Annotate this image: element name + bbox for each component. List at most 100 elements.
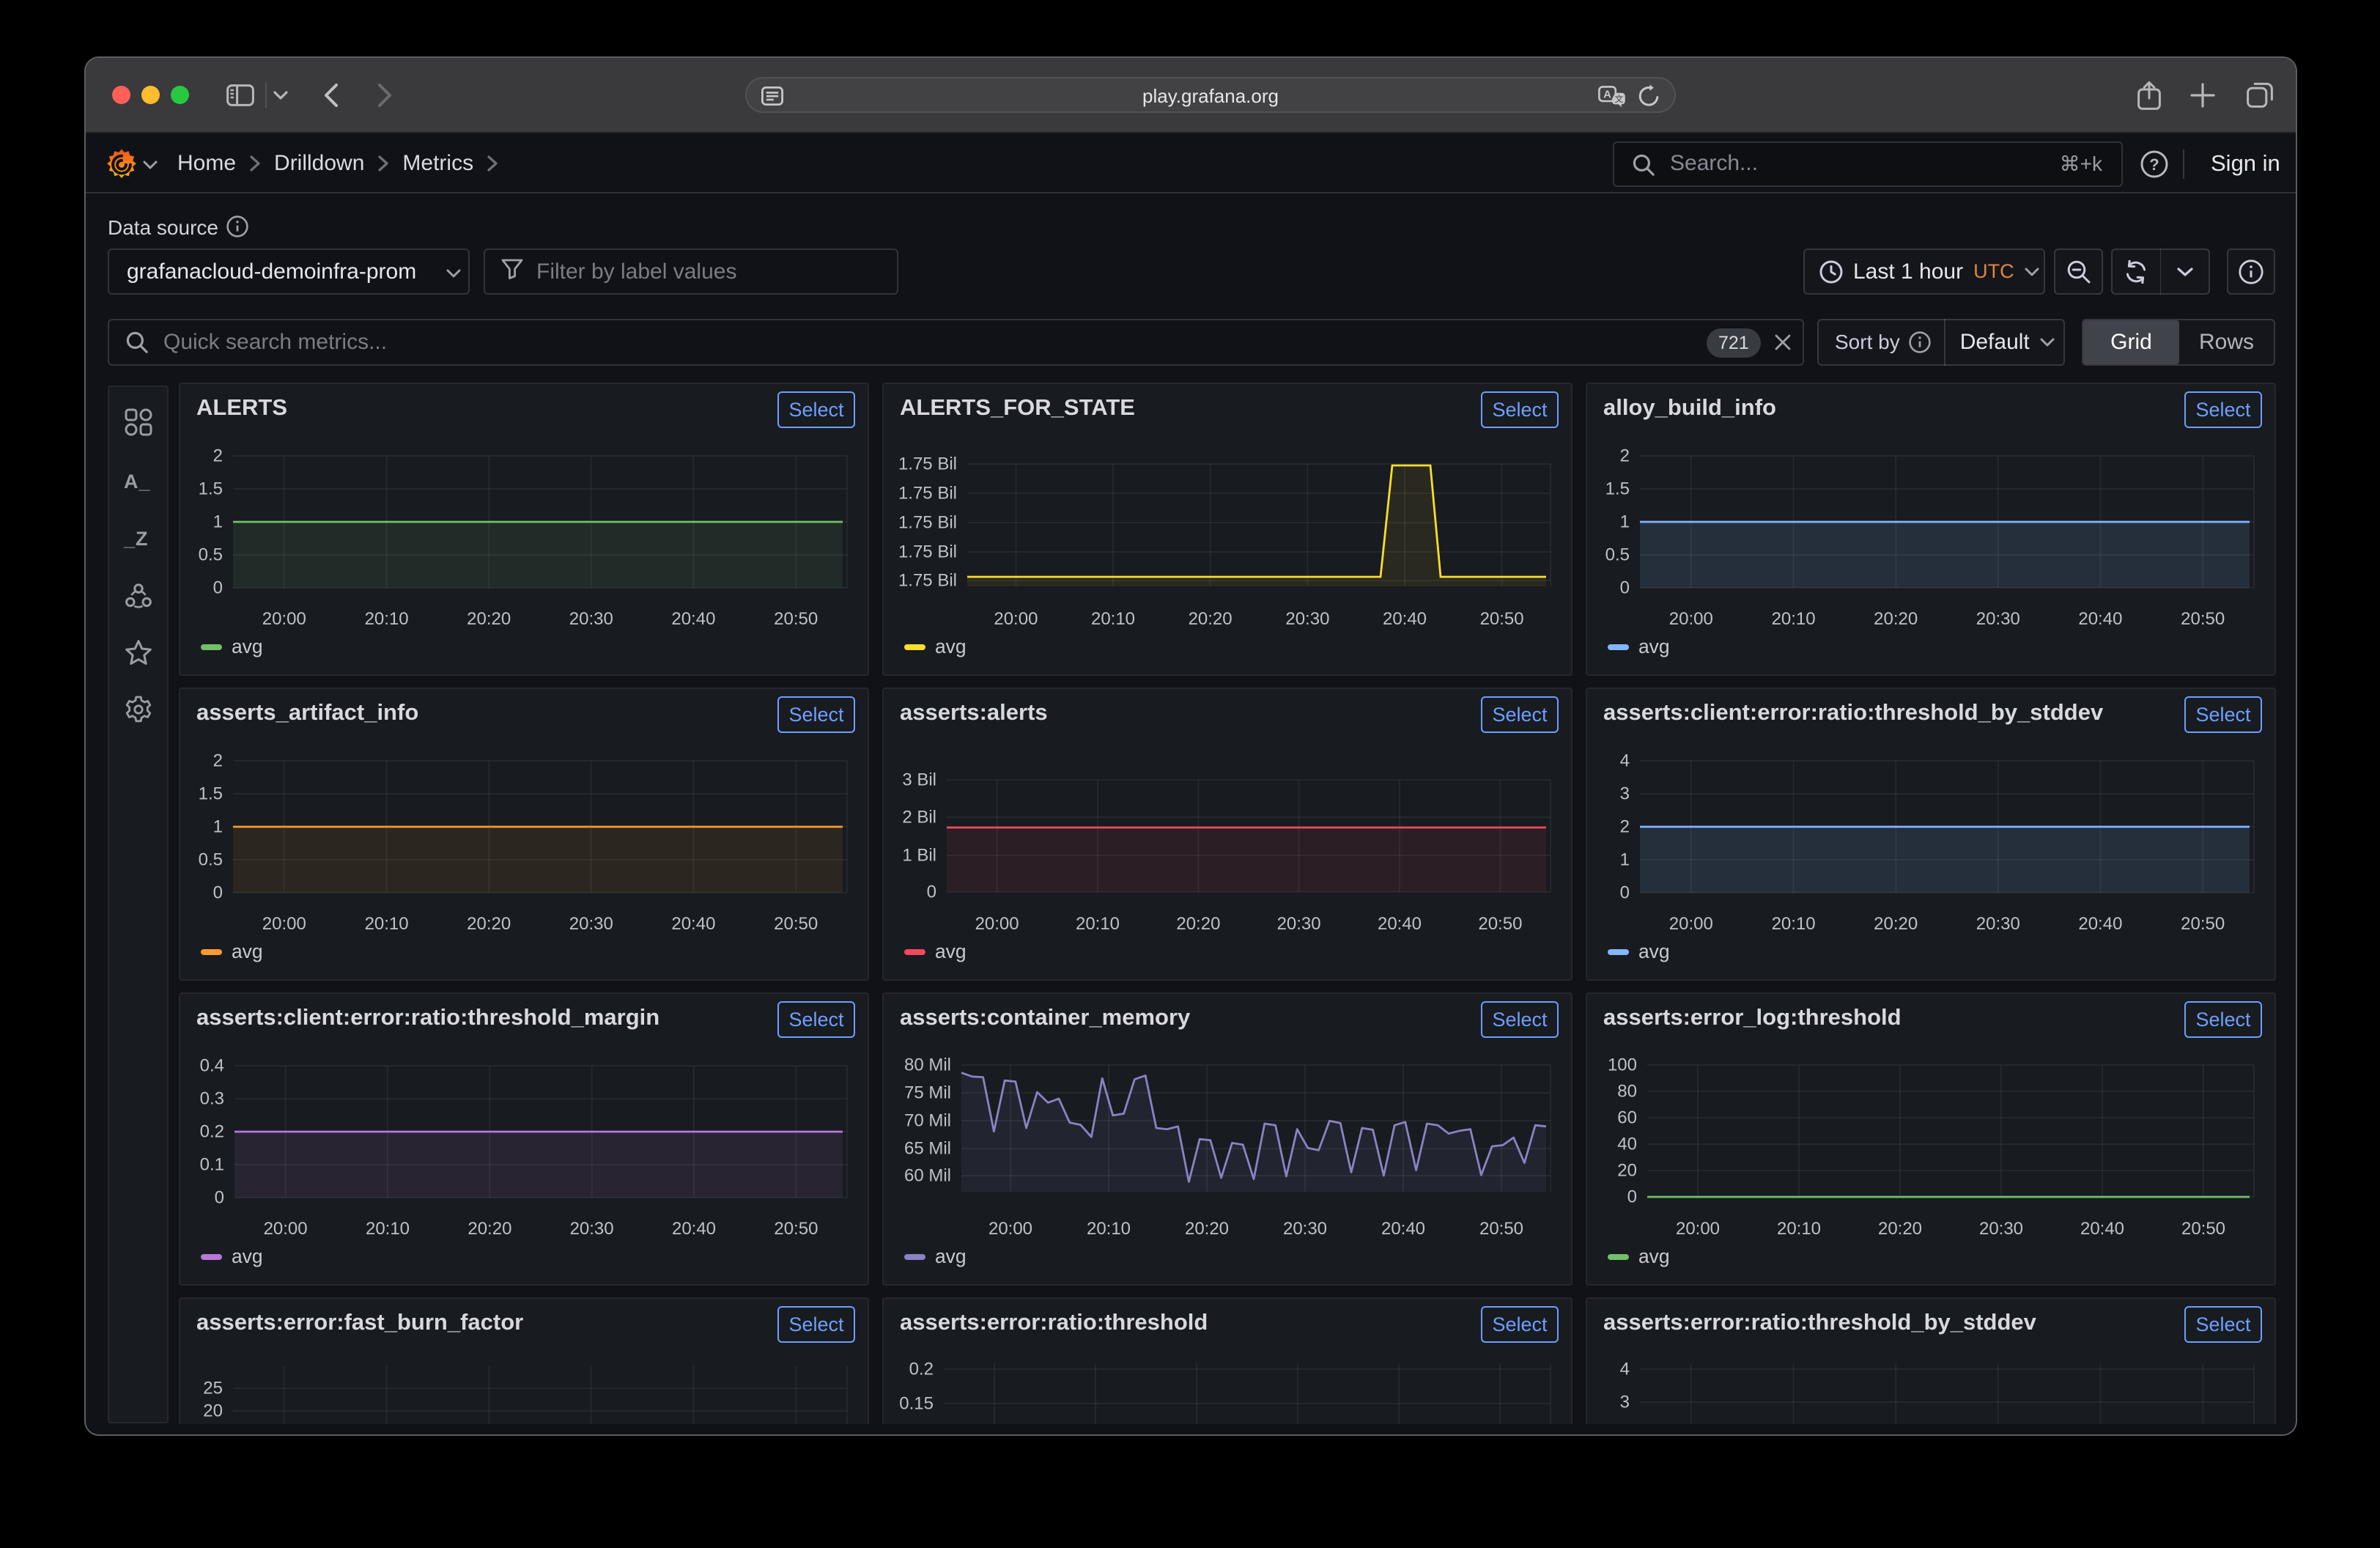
svg-text:20: 20: [203, 1401, 223, 1421]
svg-text:3: 3: [1620, 1393, 1630, 1412]
svg-text:文: 文: [1615, 94, 1624, 104]
svg-text:60 Mil: 60 Mil: [904, 1166, 951, 1186]
svg-text:1.75 Bil: 1.75 Bil: [898, 571, 957, 591]
svg-text:0: 0: [1620, 578, 1630, 598]
svg-text:1.75 Bil: 1.75 Bil: [898, 542, 957, 562]
svg-text:20:50: 20:50: [2181, 609, 2225, 629]
svg-text:100: 100: [1608, 1055, 1637, 1075]
svg-text:0.5: 0.5: [1605, 545, 1630, 565]
svg-text:20:10: 20:10: [365, 609, 409, 629]
svg-text:70 Mil: 70 Mil: [904, 1111, 951, 1131]
svg-text:1.5: 1.5: [199, 784, 223, 804]
svg-text:2: 2: [213, 751, 223, 771]
svg-text:20:30: 20:30: [1285, 609, 1329, 629]
svg-text:20:30: 20:30: [1283, 1219, 1327, 1239]
svg-text:1: 1: [1620, 850, 1630, 870]
svg-text:0.4: 0.4: [200, 1056, 224, 1076]
svg-text:0.1: 0.1: [200, 1155, 224, 1175]
svg-text:20:40: 20:40: [672, 1219, 716, 1239]
svg-text:1.75 Bil: 1.75 Bil: [898, 454, 957, 474]
svg-text:20:20: 20:20: [1176, 914, 1220, 934]
svg-text:1 Bil: 1 Bil: [902, 846, 936, 866]
svg-text:20:10: 20:10: [1777, 1219, 1821, 1239]
svg-text:2: 2: [1620, 446, 1630, 466]
svg-text:40: 40: [1617, 1135, 1637, 1154]
svg-text:0.2: 0.2: [909, 1360, 934, 1379]
svg-text:20:00: 20:00: [1676, 1219, 1720, 1239]
svg-text:0.5: 0.5: [199, 850, 223, 870]
svg-text:20:10: 20:10: [1772, 914, 1816, 934]
svg-text:0.2: 0.2: [200, 1122, 224, 1142]
svg-text:20:20: 20:20: [1878, 1219, 1922, 1239]
svg-text:0: 0: [1620, 883, 1630, 903]
svg-text:20:20: 20:20: [1874, 914, 1918, 934]
svg-text:20:20: 20:20: [468, 1219, 511, 1239]
svg-text:20:50: 20:50: [1478, 914, 1522, 934]
svg-text:20:50: 20:50: [774, 1219, 818, 1239]
svg-text:0: 0: [213, 883, 223, 903]
svg-text:20:00: 20:00: [975, 914, 1019, 934]
svg-text:20:10: 20:10: [1076, 914, 1120, 934]
svg-text:20:40: 20:40: [1381, 1219, 1425, 1239]
svg-text:20:20: 20:20: [1874, 609, 1918, 629]
svg-text:0: 0: [215, 1188, 224, 1208]
svg-text:1.5: 1.5: [1605, 479, 1630, 499]
svg-text:20:50: 20:50: [1479, 1219, 1523, 1239]
svg-text:20:10: 20:10: [366, 1219, 410, 1239]
svg-text:20:40: 20:40: [2078, 914, 2122, 934]
svg-text:20:40: 20:40: [671, 914, 715, 934]
svg-text:1: 1: [213, 512, 223, 532]
svg-text:1.75 Bil: 1.75 Bil: [898, 484, 957, 504]
svg-text:25: 25: [203, 1379, 223, 1398]
svg-text:20:30: 20:30: [570, 1219, 614, 1239]
svg-text:65 Mil: 65 Mil: [904, 1139, 951, 1159]
svg-text:20:50: 20:50: [774, 609, 818, 629]
svg-text:20:20: 20:20: [1185, 1219, 1229, 1239]
svg-text:4: 4: [1620, 1360, 1630, 1379]
svg-text:20:10: 20:10: [1087, 1219, 1131, 1239]
svg-text:80 Mil: 80 Mil: [904, 1055, 951, 1075]
svg-text:20:40: 20:40: [2080, 1219, 2124, 1239]
svg-text:3: 3: [1620, 784, 1630, 804]
svg-text:20:50: 20:50: [2181, 914, 2225, 934]
svg-text:A: A: [1603, 88, 1611, 100]
svg-text:20: 20: [1617, 1161, 1637, 1181]
svg-text:20:00: 20:00: [264, 1219, 308, 1239]
svg-text:20:00: 20:00: [994, 609, 1038, 629]
svg-text:80: 80: [1617, 1082, 1637, 1102]
svg-text:20:30: 20:30: [1976, 914, 2020, 934]
svg-text:20:30: 20:30: [569, 609, 613, 629]
svg-text:20:40: 20:40: [1383, 609, 1427, 629]
svg-text:20:50: 20:50: [774, 914, 818, 934]
svg-text:20:00: 20:00: [988, 1219, 1032, 1239]
svg-text:2 Bil: 2 Bil: [902, 808, 936, 828]
svg-text:75 Mil: 75 Mil: [904, 1083, 951, 1103]
svg-text:0: 0: [1627, 1187, 1637, 1207]
svg-text:20:40: 20:40: [1378, 914, 1422, 934]
svg-text:0.15: 0.15: [899, 1394, 934, 1414]
svg-text:0.3: 0.3: [200, 1089, 224, 1109]
svg-text:20:10: 20:10: [365, 914, 409, 934]
svg-text:20:30: 20:30: [1979, 1219, 2023, 1239]
svg-text:1.5: 1.5: [199, 479, 223, 499]
svg-text:20:40: 20:40: [2078, 609, 2122, 629]
svg-text:20:10: 20:10: [1772, 609, 1816, 629]
svg-text:20:30: 20:30: [1976, 609, 2020, 629]
svg-text:20:00: 20:00: [1669, 609, 1713, 629]
svg-text:20:50: 20:50: [2181, 1219, 2225, 1239]
svg-text:20:50: 20:50: [1480, 609, 1524, 629]
svg-text:2: 2: [1620, 817, 1630, 837]
svg-text:20:00: 20:00: [262, 609, 306, 629]
svg-text:1: 1: [213, 817, 223, 837]
svg-text:2: 2: [213, 446, 223, 466]
svg-text:20:20: 20:20: [1189, 609, 1232, 629]
svg-text:0: 0: [213, 578, 223, 598]
svg-text:4: 4: [1620, 751, 1630, 771]
svg-text:20:40: 20:40: [671, 609, 715, 629]
svg-text:3 Bil: 3 Bil: [902, 770, 936, 790]
svg-text:20:10: 20:10: [1091, 609, 1135, 629]
svg-text:20:30: 20:30: [569, 914, 613, 934]
svg-text:60: 60: [1617, 1108, 1637, 1128]
svg-text:0: 0: [927, 882, 936, 902]
svg-text:1.75 Bil: 1.75 Bil: [898, 513, 957, 533]
